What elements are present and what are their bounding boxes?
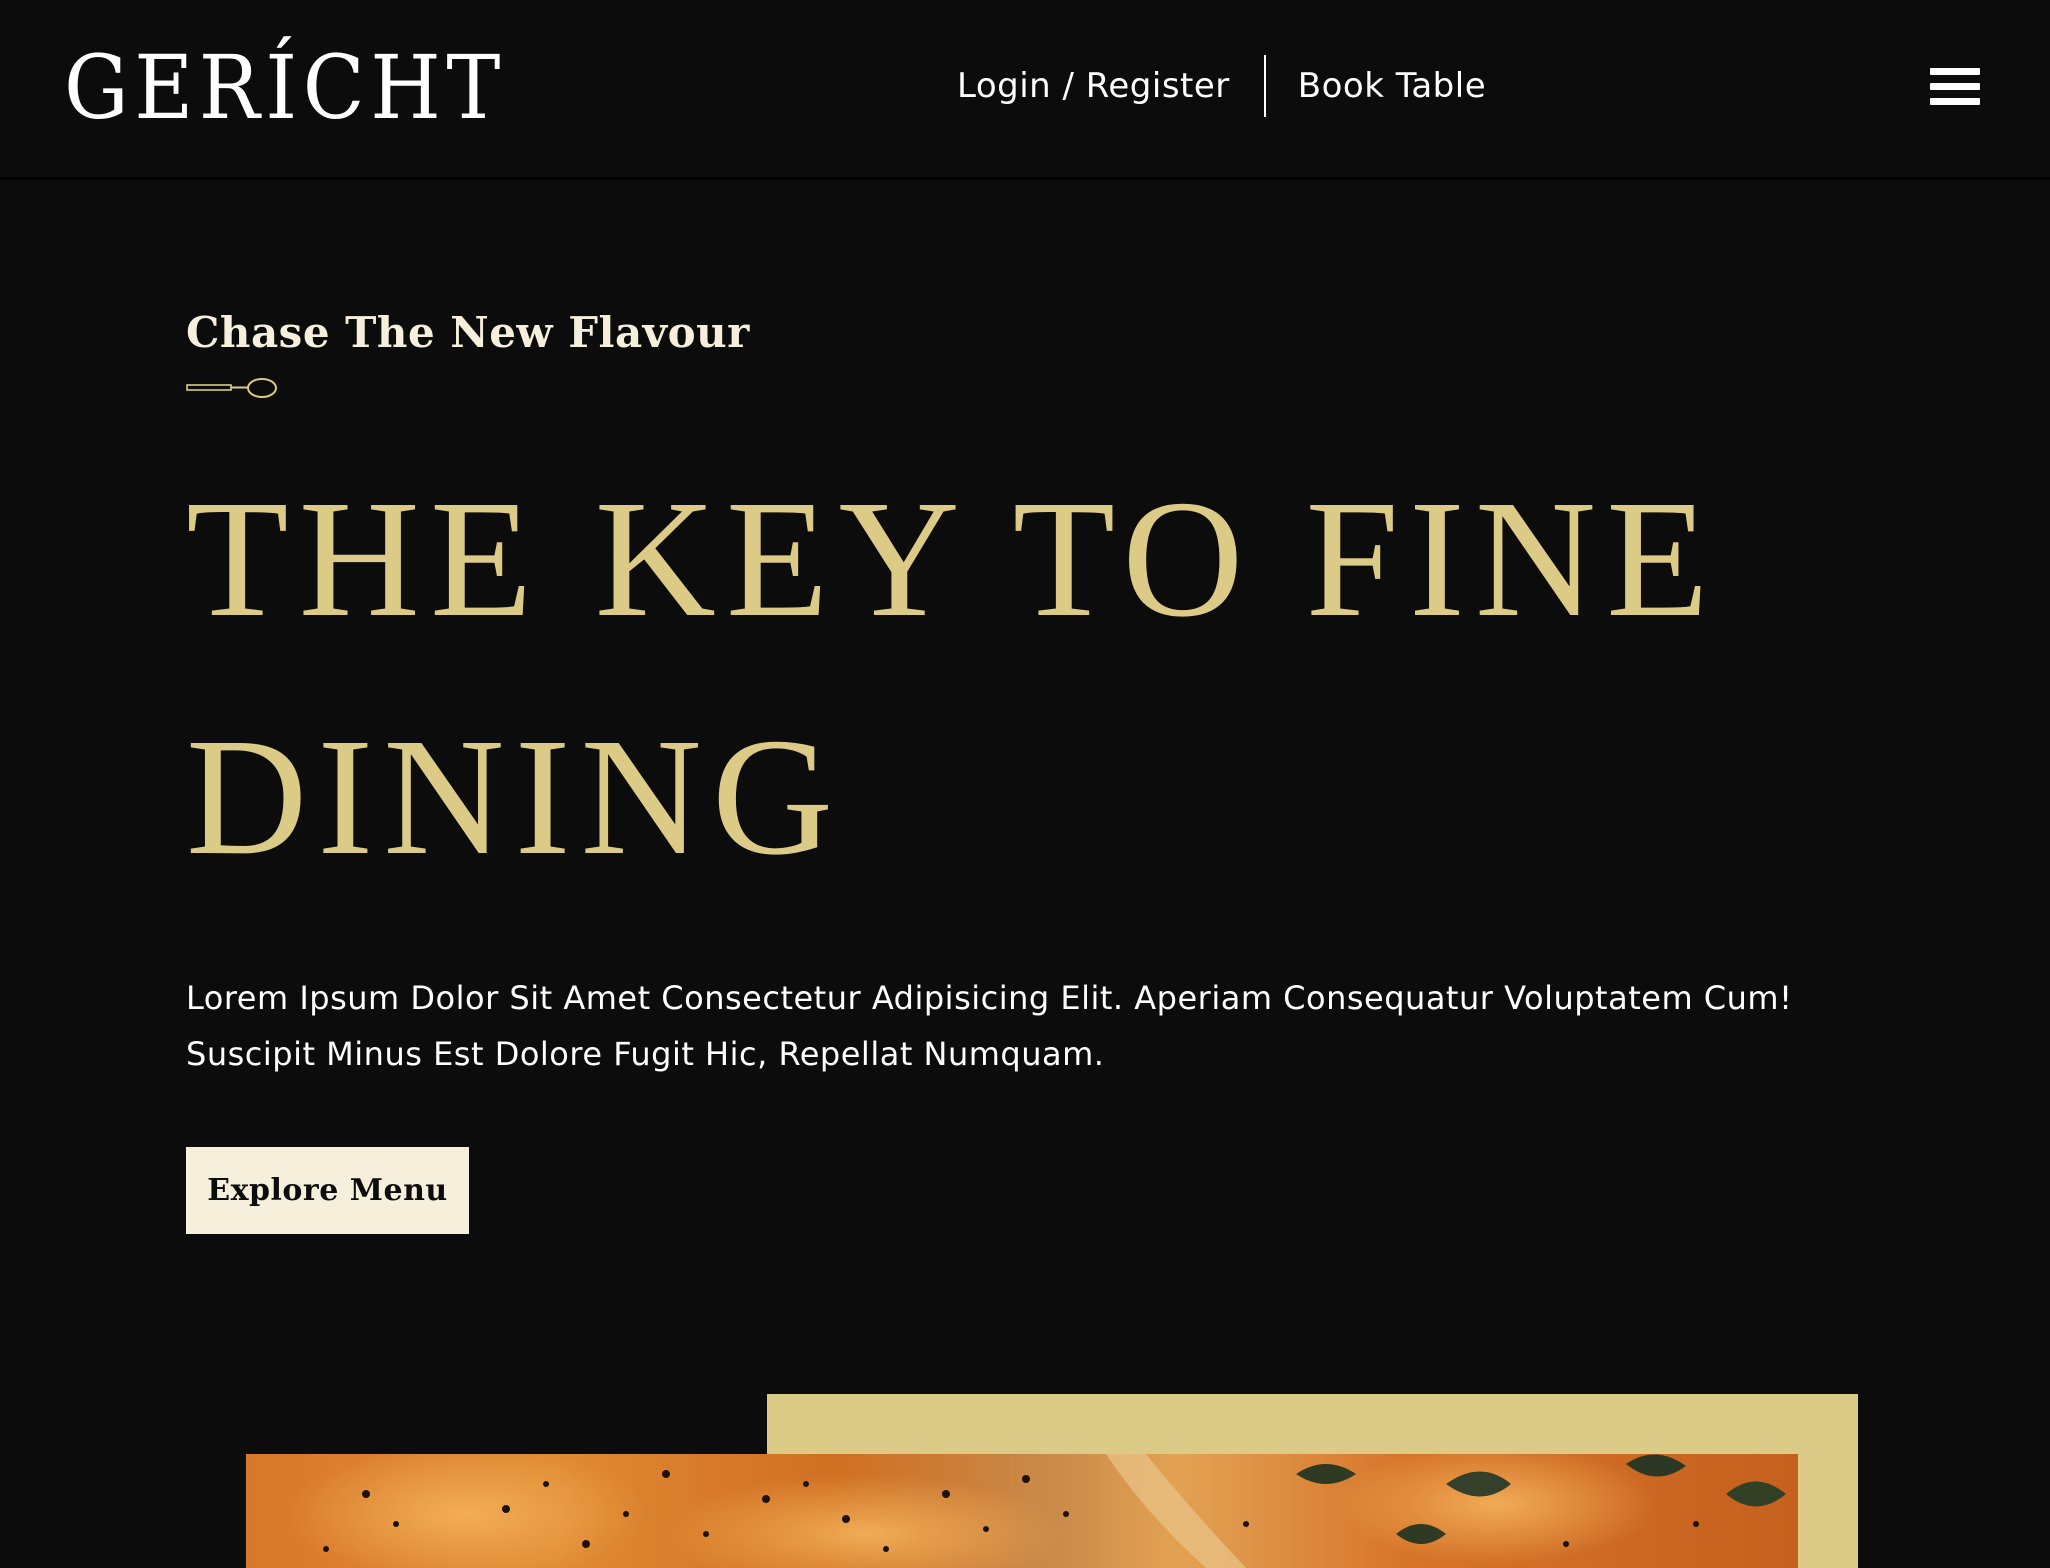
hero-food-image	[246, 1454, 1798, 1568]
navbar: GERÍCHT Login / Register Book Table	[0, 0, 2050, 180]
login-register-link[interactable]: Login / Register	[957, 66, 1230, 106]
hamburger-menu-icon[interactable]	[1930, 68, 1980, 106]
explore-menu-button[interactable]: Explore Menu	[186, 1147, 469, 1234]
book-table-link[interactable]: Book Table	[1298, 66, 1486, 106]
hero-headline: THE KEY TO FINE DINING	[186, 466, 1719, 890]
nav-divider	[1263, 55, 1266, 117]
landing-page: GERÍCHT Login / Register Book Table Chas…	[0, 0, 2050, 1568]
spoon-icon	[186, 378, 277, 398]
nav-links: Login / Register Book Table	[957, 55, 1486, 117]
hero-description: Lorem Ipsum Dolor Sit Amet Consectetur A…	[186, 979, 1793, 1073]
logo[interactable]: GERÍCHT	[64, 38, 506, 138]
hero-subtitle: Chase The New Flavour	[186, 308, 750, 357]
